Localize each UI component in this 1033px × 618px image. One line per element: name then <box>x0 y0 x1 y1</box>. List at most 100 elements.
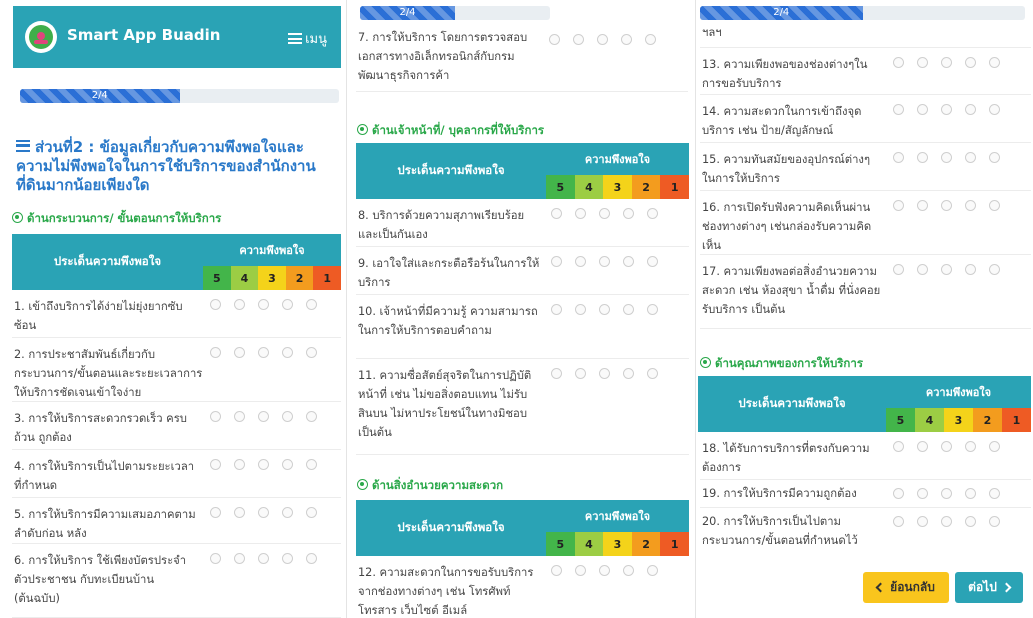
back-button[interactable]: ย้อนกลับ <box>863 572 949 603</box>
rating-radio-3[interactable] <box>934 102 958 116</box>
rating-radio-3[interactable] <box>934 55 958 69</box>
rating-radio-5[interactable] <box>886 150 910 164</box>
rating-radio-2[interactable] <box>958 55 982 69</box>
rating-radio-4[interactable] <box>568 302 592 316</box>
rating-radio-4[interactable] <box>910 514 934 528</box>
rating-radio-1[interactable] <box>982 486 1006 500</box>
rating-radio-4[interactable] <box>568 254 592 268</box>
rating-radio-2[interactable] <box>958 198 982 212</box>
rating-radio-2[interactable] <box>275 345 299 359</box>
rating-radio-5[interactable] <box>544 206 568 220</box>
rating-radio-2[interactable] <box>275 297 299 311</box>
rating-radio-1[interactable] <box>640 254 664 268</box>
rating-radio-4[interactable] <box>227 551 251 565</box>
rating-radio-5[interactable] <box>203 297 227 311</box>
rating-radio-5[interactable] <box>203 457 227 471</box>
rating-radio-1[interactable] <box>640 302 664 316</box>
rating-radio-2[interactable] <box>958 150 982 164</box>
rating-radio-3[interactable] <box>590 32 614 46</box>
rating-radio-3[interactable] <box>934 262 958 276</box>
rating-radio-4[interactable] <box>568 366 592 380</box>
rating-radio-1[interactable] <box>982 262 1006 276</box>
rating-radio-3[interactable] <box>934 486 958 500</box>
menu-button[interactable]: เมนู <box>288 28 327 49</box>
rating-radio-4[interactable] <box>910 55 934 69</box>
rating-radio-1[interactable] <box>982 198 1006 212</box>
rating-radio-4[interactable] <box>910 486 934 500</box>
rating-radio-2[interactable] <box>275 505 299 519</box>
rating-radio-5[interactable] <box>544 302 568 316</box>
rating-radio-5[interactable] <box>542 32 566 46</box>
rating-radio-3[interactable] <box>934 198 958 212</box>
rating-radio-2[interactable] <box>275 551 299 565</box>
rating-radio-1[interactable] <box>299 551 323 565</box>
rating-radio-2[interactable] <box>614 32 638 46</box>
rating-radio-5[interactable] <box>203 505 227 519</box>
rating-radio-4[interactable] <box>568 563 592 577</box>
rating-radio-3[interactable] <box>934 439 958 453</box>
rating-radio-4[interactable] <box>910 102 934 116</box>
next-button[interactable]: ต่อไป <box>955 572 1023 603</box>
rating-radio-5[interactable] <box>886 102 910 116</box>
rating-radio-4[interactable] <box>566 32 590 46</box>
rating-radio-4[interactable] <box>568 206 592 220</box>
rating-radio-5[interactable] <box>544 366 568 380</box>
rating-radio-2[interactable] <box>275 409 299 423</box>
rating-radio-5[interactable] <box>886 439 910 453</box>
rating-radio-1[interactable] <box>640 366 664 380</box>
rating-radio-5[interactable] <box>203 409 227 423</box>
rating-radio-5[interactable] <box>544 254 568 268</box>
rating-radio-3[interactable] <box>251 457 275 471</box>
rating-radio-3[interactable] <box>251 345 275 359</box>
rating-radio-3[interactable] <box>592 366 616 380</box>
rating-radio-3[interactable] <box>592 254 616 268</box>
rating-radio-1[interactable] <box>982 102 1006 116</box>
rating-radio-2[interactable] <box>958 439 982 453</box>
rating-radio-2[interactable] <box>275 457 299 471</box>
rating-radio-3[interactable] <box>251 505 275 519</box>
rating-radio-1[interactable] <box>299 409 323 423</box>
rating-radio-4[interactable] <box>910 150 934 164</box>
rating-radio-1[interactable] <box>982 439 1006 453</box>
rating-radio-5[interactable] <box>886 514 910 528</box>
rating-radio-2[interactable] <box>616 563 640 577</box>
rating-radio-5[interactable] <box>886 55 910 69</box>
rating-radio-4[interactable] <box>910 439 934 453</box>
rating-radio-4[interactable] <box>227 505 251 519</box>
rating-radio-3[interactable] <box>934 514 958 528</box>
rating-radio-2[interactable] <box>958 514 982 528</box>
rating-radio-1[interactable] <box>299 345 323 359</box>
rating-radio-5[interactable] <box>203 345 227 359</box>
rating-radio-1[interactable] <box>982 150 1006 164</box>
rating-radio-1[interactable] <box>299 505 323 519</box>
rating-radio-2[interactable] <box>958 262 982 276</box>
rating-radio-2[interactable] <box>616 302 640 316</box>
rating-radio-1[interactable] <box>982 514 1006 528</box>
rating-radio-3[interactable] <box>592 563 616 577</box>
rating-radio-3[interactable] <box>251 551 275 565</box>
rating-radio-5[interactable] <box>886 198 910 212</box>
rating-radio-5[interactable] <box>203 551 227 565</box>
rating-radio-4[interactable] <box>227 409 251 423</box>
rating-radio-5[interactable] <box>886 262 910 276</box>
rating-radio-1[interactable] <box>640 563 664 577</box>
rating-radio-5[interactable] <box>544 563 568 577</box>
rating-radio-4[interactable] <box>227 297 251 311</box>
rating-radio-1[interactable] <box>638 32 662 46</box>
rating-radio-1[interactable] <box>982 55 1006 69</box>
rating-radio-3[interactable] <box>251 297 275 311</box>
rating-radio-3[interactable] <box>251 409 275 423</box>
rating-radio-2[interactable] <box>616 254 640 268</box>
rating-radio-4[interactable] <box>910 198 934 212</box>
rating-radio-3[interactable] <box>592 302 616 316</box>
rating-radio-4[interactable] <box>227 345 251 359</box>
rating-radio-2[interactable] <box>616 366 640 380</box>
rating-radio-2[interactable] <box>958 102 982 116</box>
rating-radio-5[interactable] <box>886 486 910 500</box>
rating-radio-1[interactable] <box>299 457 323 471</box>
rating-radio-3[interactable] <box>934 150 958 164</box>
rating-radio-1[interactable] <box>299 297 323 311</box>
rating-radio-2[interactable] <box>616 206 640 220</box>
rating-radio-4[interactable] <box>227 457 251 471</box>
rating-radio-1[interactable] <box>640 206 664 220</box>
